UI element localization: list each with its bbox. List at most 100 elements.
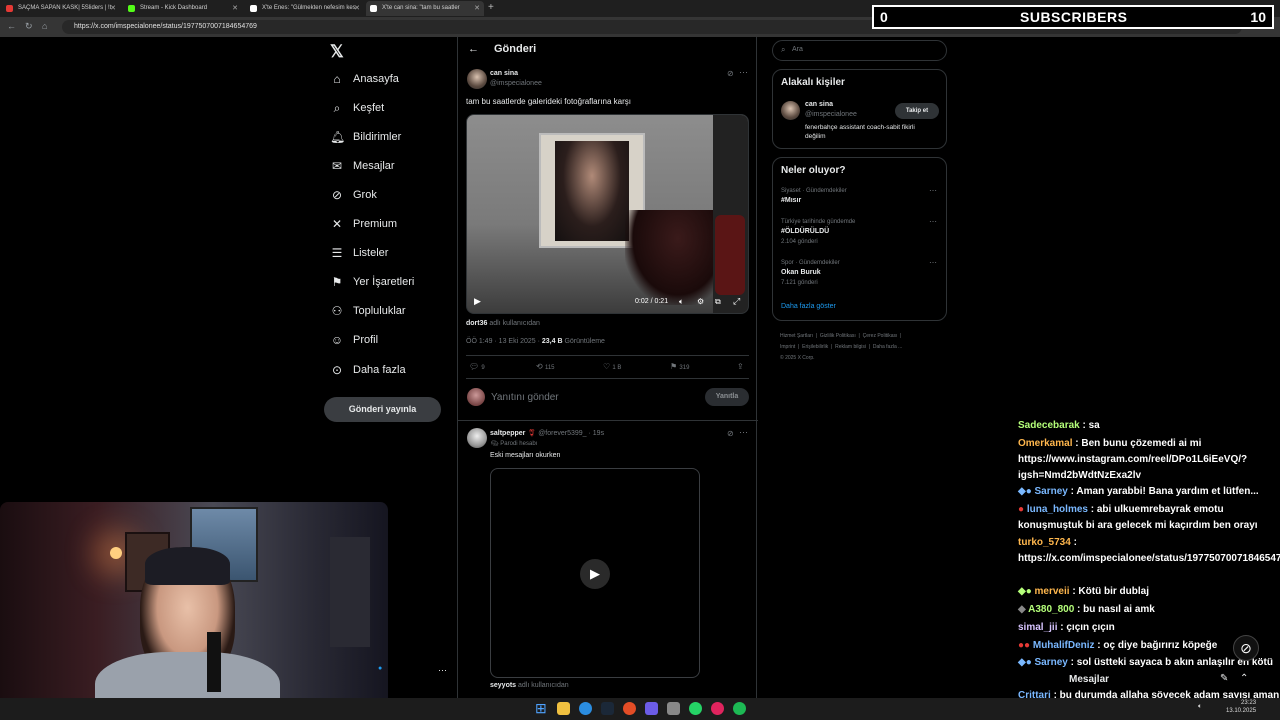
avatar[interactable] bbox=[467, 69, 487, 89]
grok-floating-icon[interactable]: ⊘ bbox=[1233, 635, 1259, 661]
browser-tab[interactable]: X'te Enes: "Gülmekten nefesim kes ✕ bbox=[246, 1, 364, 16]
search-box[interactable]: ⌕ Ara bbox=[772, 40, 947, 61]
chat-message: ◆ A380_800 : bu nasıl ai amk bbox=[1018, 602, 1280, 618]
video-player[interactable]: ▶ 0:02 / 0:21 🔈︎ ⚙ ⧉ ⤢ bbox=[466, 114, 749, 314]
post-button[interactable]: Gönderi yayınla bbox=[324, 397, 441, 422]
avatar[interactable] bbox=[781, 101, 800, 120]
discord-icon[interactable] bbox=[645, 702, 658, 715]
badge-icon: ● bbox=[1018, 504, 1027, 515]
close-tab-icon[interactable]: ✕ bbox=[232, 1, 238, 16]
spotify-icon[interactable] bbox=[733, 702, 746, 715]
close-tab-icon[interactable]: ✕ bbox=[354, 1, 360, 16]
trend-item[interactable]: Türkiye tarihinde gündemde #ÖLDÜRÜLDÜ 2.… bbox=[773, 217, 946, 251]
search-input[interactable]: Ara bbox=[792, 46, 803, 53]
browser-tab[interactable]: SAÇMA SAPAN KASK| 5Sliders | !t ✕ bbox=[2, 1, 120, 16]
attribution-user[interactable]: seyyots bbox=[490, 682, 516, 689]
follow-button[interactable]: Takip et bbox=[895, 103, 939, 119]
browser-tab[interactable]: Stream - Kick Dashboard ✕ bbox=[124, 1, 242, 16]
footer-link[interactable]: Daha fazla ... bbox=[873, 344, 902, 350]
parody-text: Parodi hesabı bbox=[500, 441, 538, 447]
more-icon[interactable]: ⋯ bbox=[929, 258, 937, 267]
picture-in-picture-icon[interactable]: ⧉ bbox=[715, 297, 721, 307]
browser-tab-active[interactable]: X'te can sina: "tam bu saatler ✕ bbox=[366, 1, 484, 16]
bell-icon: 🔔︎ bbox=[330, 130, 346, 144]
close-tab-icon[interactable]: ✕ bbox=[110, 1, 116, 16]
kick-favicon-icon bbox=[128, 5, 135, 12]
bookmark-action[interactable]: ⚑ 319 bbox=[670, 362, 689, 371]
home-icon[interactable]: ⌂ bbox=[42, 21, 47, 31]
whatsapp-icon[interactable] bbox=[689, 702, 702, 715]
author-name[interactable]: can sina bbox=[490, 70, 518, 77]
attribution-text: adlı kullanıcıdan bbox=[518, 682, 569, 689]
windows-start-icon[interactable]: ⊞ bbox=[535, 700, 547, 717]
chat-message: simal_jii : çıçın çıçın bbox=[1018, 620, 1280, 636]
my-avatar bbox=[467, 388, 485, 406]
x-logo-icon[interactable]: 𝕏 bbox=[330, 42, 344, 62]
share-icon[interactable]: ⇪ bbox=[737, 362, 744, 371]
more-icon[interactable]: ⋯ bbox=[739, 67, 748, 78]
reply-input[interactable]: Yanıtını gönder bbox=[491, 392, 559, 403]
file-explorer-icon[interactable] bbox=[557, 702, 570, 715]
back-icon[interactable]: ← bbox=[7, 21, 16, 31]
volume-icon[interactable]: 🔈︎ bbox=[1198, 703, 1202, 711]
reply-button[interactable]: Yanıtla bbox=[705, 388, 749, 406]
more-icon[interactable]: ⋯ bbox=[929, 217, 937, 226]
author-handle[interactable]: @imspecialonee bbox=[490, 80, 542, 87]
grok-icon[interactable]: ⊘ bbox=[727, 429, 734, 438]
settings-icon[interactable]: ⚙ bbox=[697, 297, 704, 306]
chat-text: : çıçın çıçın bbox=[1057, 622, 1115, 633]
trend-item[interactable]: Spor · Gündemdekiler Okan Buruk 7.121 gö… bbox=[773, 258, 946, 292]
post-timestamp[interactable]: ÖÖ 1:49 · 13 Eki 2025 · bbox=[466, 338, 540, 345]
rose-icon: 🌹︎ bbox=[527, 430, 537, 437]
browser-icon[interactable] bbox=[623, 702, 636, 715]
badge-icon: ◆● bbox=[1018, 486, 1035, 497]
play-icon[interactable]: ▶ bbox=[580, 559, 610, 589]
footer-link[interactable]: Erişilebilirlik bbox=[802, 344, 828, 350]
related-handle[interactable]: @imspecialonee bbox=[805, 111, 857, 118]
footer-link[interactable]: Reklam bilgisi bbox=[835, 344, 866, 350]
footer-link[interactable]: Imprint bbox=[780, 344, 795, 350]
repost-action[interactable]: ⟲ 115 bbox=[536, 362, 555, 371]
app-icon[interactable] bbox=[711, 702, 724, 715]
steam-icon[interactable] bbox=[601, 702, 614, 715]
grok-icon[interactable]: ⊘ bbox=[727, 69, 734, 78]
reply-avatar[interactable] bbox=[467, 428, 487, 448]
chat-text: : Aman yarabbi! Bana yardım et lütfen... bbox=[1067, 486, 1259, 497]
more-icon[interactable]: ⋯ bbox=[739, 427, 748, 438]
video-attribution: dort36 adlı kullanıcıdan bbox=[466, 320, 540, 327]
badge-icon: ◆ bbox=[1018, 604, 1029, 615]
show-more-link[interactable]: Daha fazla göster bbox=[781, 303, 836, 310]
related-name[interactable]: can sina bbox=[805, 101, 833, 108]
back-arrow-icon[interactable]: ← bbox=[468, 43, 479, 55]
reply-video[interactable]: ▶ bbox=[490, 468, 700, 678]
compose-icon[interactable]: ✎ bbox=[1220, 673, 1228, 684]
account-more-icon[interactable]: ⋯ bbox=[438, 665, 447, 676]
attribution-user[interactable]: dort36 bbox=[466, 320, 487, 327]
like-action[interactable]: ♡ 1 B bbox=[603, 362, 621, 371]
reload-icon[interactable]: ↻ bbox=[25, 21, 33, 32]
nav-label: Yer İşaretleri bbox=[353, 276, 415, 288]
reply-author-handle[interactable]: @forever5399_ · 19s bbox=[538, 430, 604, 437]
trend-item[interactable]: Siyaset · Gündemdekiler #Mısır ⋯ bbox=[773, 186, 946, 216]
views-count: 23,4 B bbox=[541, 338, 563, 345]
edge-icon[interactable] bbox=[579, 702, 592, 715]
messages-label: Mesajlar bbox=[1069, 674, 1110, 685]
chat-text: : bu nasıl ai amk bbox=[1074, 604, 1155, 615]
reply-author-name[interactable]: saltpepper bbox=[490, 430, 525, 437]
reply-action[interactable]: 💬︎ 9 bbox=[469, 362, 485, 371]
chevron-up-icon[interactable]: ⌃ bbox=[1240, 673, 1248, 684]
system-clock[interactable]: 23:23 13.10.2025 bbox=[1226, 699, 1256, 715]
messages-drawer[interactable]: Mesajlar ✎ ⌃ bbox=[1068, 672, 1258, 690]
fullscreen-icon[interactable]: ⤢ bbox=[733, 296, 740, 307]
more-icon[interactable]: ⋯ bbox=[929, 186, 937, 195]
footer-link[interactable]: Çerez Politikası bbox=[863, 333, 898, 339]
main-column: ← Gönderi can sina @imspecialonee ⊘ ⋯ ta… bbox=[457, 37, 758, 720]
footer-link[interactable]: Gizlilik Politikası bbox=[820, 333, 856, 339]
chat-message: ● luna_holmes : abi ulkuemrebayrak emotu… bbox=[1018, 502, 1280, 534]
close-tab-icon[interactable]: ✕ bbox=[474, 1, 480, 16]
footer-link[interactable]: Hizmet Şartları bbox=[780, 333, 813, 339]
volume-icon[interactable]: 🔈︎ bbox=[679, 297, 684, 307]
app-icon[interactable] bbox=[667, 702, 680, 715]
play-icon[interactable]: ▶ bbox=[474, 296, 481, 307]
new-tab-button[interactable]: + bbox=[488, 2, 494, 13]
